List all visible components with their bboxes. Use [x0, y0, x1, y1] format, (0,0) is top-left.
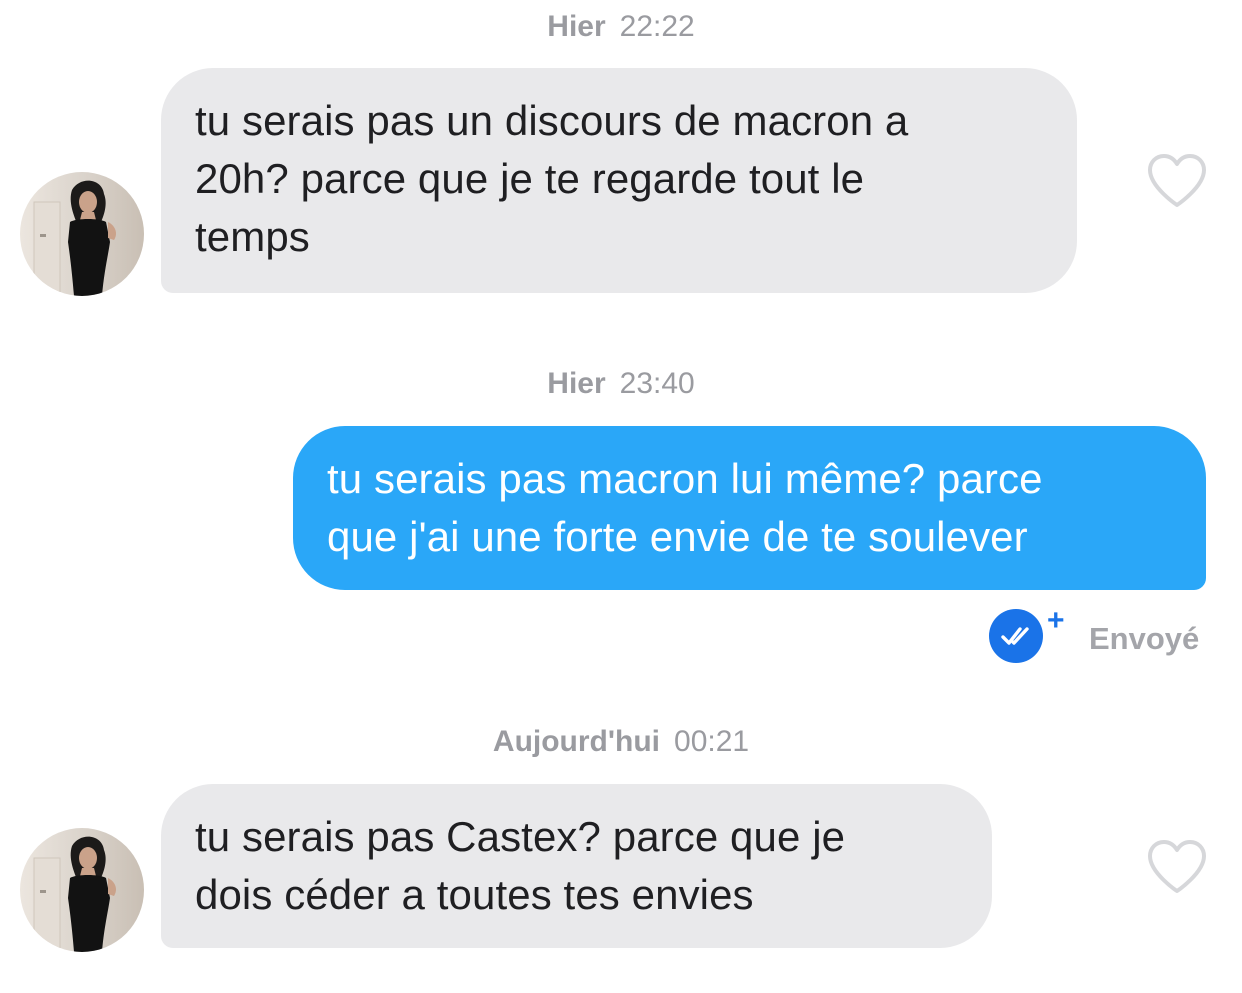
timestamp-time: 22:22 [619, 10, 695, 43]
message-bubble-sent[interactable]: tu serais pas macron lui même? parce que… [293, 426, 1206, 590]
message-bubble-received[interactable]: tu serais pas un discours de macron a 20… [161, 68, 1077, 293]
timestamp-group-3: Aujourd'hui 00:21 [0, 725, 1242, 759]
avatar-photo [20, 828, 144, 952]
timestamp-day: Hier [547, 10, 606, 43]
avatar[interactable] [20, 828, 144, 952]
timestamp-time: 23:40 [619, 367, 695, 400]
double-check-icon [989, 609, 1043, 663]
timestamp-day: Hier [547, 367, 606, 400]
heart-outline-icon[interactable] [1146, 839, 1208, 895]
receipt-status: Envoyé [1089, 621, 1200, 656]
avatar-photo [20, 172, 144, 296]
avatar[interactable] [20, 172, 144, 296]
message-bubble-received[interactable]: tu serais pas Castex? parce que je dois … [161, 784, 992, 948]
heart-outline-icon[interactable] [1146, 153, 1208, 209]
timestamp-day: Aujourd'hui [492, 725, 661, 758]
timestamp-group-2: Hier 23:40 [0, 367, 1242, 401]
timestamp-time: 00:21 [674, 725, 750, 758]
receipt-plus: + [1047, 604, 1065, 637]
timestamp-group-1: Hier 22:22 [0, 10, 1242, 44]
